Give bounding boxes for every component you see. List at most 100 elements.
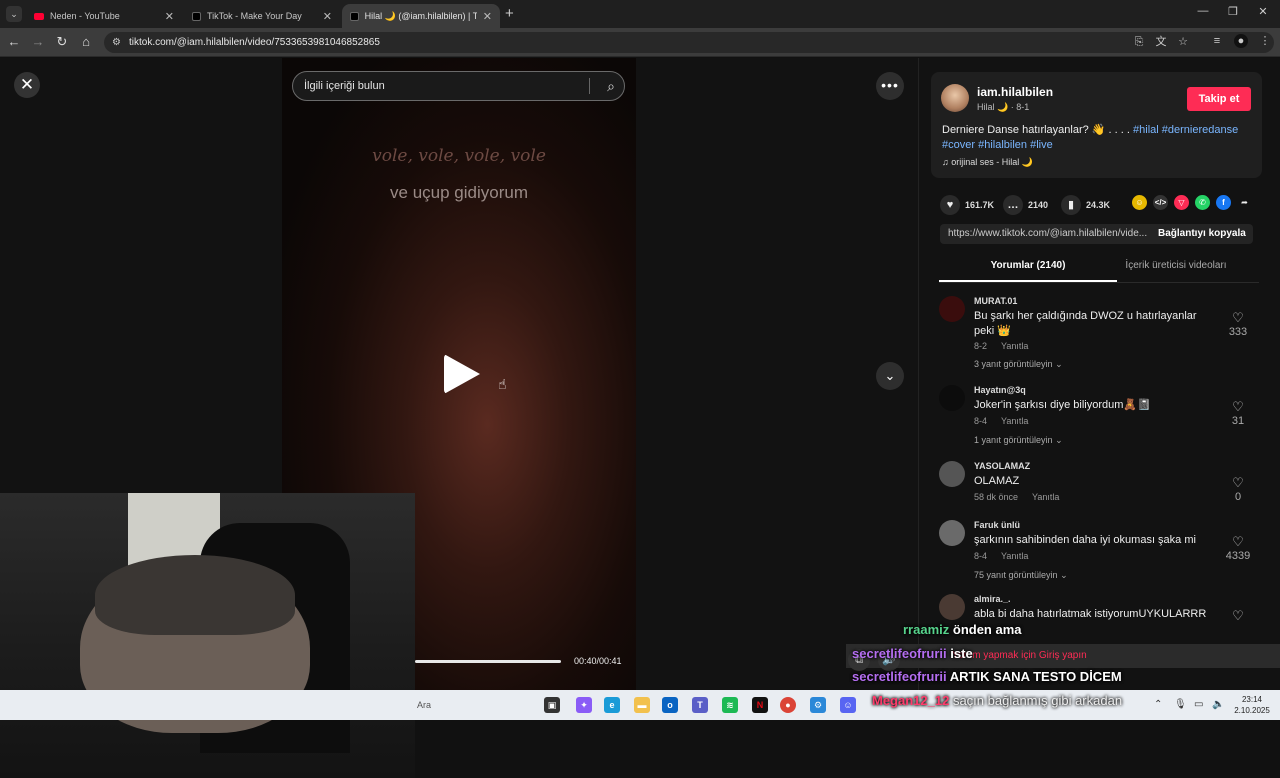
commenter-avatar[interactable] — [939, 594, 965, 620]
share-link-url[interactable]: https://www.tiktok.com/@iam.hilalbilen/v… — [948, 228, 1160, 239]
hashtag-link[interactable]: #cover — [942, 139, 975, 151]
close-icon[interactable]: ✕ — [14, 72, 40, 98]
edge-icon[interactable]: e — [604, 697, 620, 713]
view-replies-link[interactable]: 3 yanıt görüntüleyin ⌄ — [974, 359, 1063, 370]
tab-creator-videos[interactable]: İçerik üreticisi videoları — [1087, 260, 1265, 271]
reply-link[interactable]: Yanıtla — [1001, 551, 1028, 561]
window-close-icon[interactable]: ✕ — [1248, 5, 1278, 18]
forward-icon[interactable]: → — [30, 34, 46, 50]
reply-link[interactable]: Yanıtla — [1001, 416, 1028, 426]
follow-button[interactable]: Takip et — [1187, 87, 1251, 111]
minimize-icon[interactable]: — — [1188, 5, 1218, 17]
heart-outline-icon[interactable]: ♡ — [1223, 310, 1253, 326]
copy-link-button[interactable]: Bağlantıyı kopyala — [1158, 228, 1246, 239]
facebook-icon[interactable]: f — [1216, 195, 1231, 210]
tab-search-button[interactable]: ⌄ — [6, 6, 22, 22]
restore-icon[interactable]: ❐ — [1218, 5, 1248, 18]
share-arrow-icon[interactable]: ➦ — [1237, 195, 1252, 210]
tab-close-icon[interactable]: ✕ — [323, 10, 332, 23]
next-video-chevron-icon[interactable]: ⌄ — [876, 362, 904, 390]
commenter-name[interactable]: Faruk ünlü — [974, 520, 1020, 530]
hashtag-link[interactable]: #dernieredanse — [1162, 124, 1238, 136]
commenter-avatar[interactable] — [939, 296, 965, 322]
comment-stat[interactable]: … 2140 — [1003, 195, 1048, 215]
heart-outline-icon[interactable]: ♡ — [1223, 608, 1253, 624]
video-info-card: iam.hilalbilen Hilal 🌙 · 8-1 Takip et De… — [931, 72, 1262, 178]
copilot-icon[interactable]: ✦ — [576, 697, 592, 713]
commenter-avatar[interactable] — [939, 520, 965, 546]
profile-avatar[interactable]: ● — [1234, 34, 1248, 48]
spotify-icon[interactable]: ≋ — [722, 697, 738, 713]
taskview-icon[interactable]: ▣ — [544, 697, 560, 713]
related-search-input[interactable]: İlgili içeriği bulun ⌕ — [292, 71, 625, 101]
speaker-icon[interactable]: 🔈 — [1212, 699, 1224, 710]
browser-menu-icon[interactable]: ⋮ — [1258, 34, 1272, 48]
comment-like[interactable]: ♡ 31 — [1223, 399, 1253, 427]
view-replies-link[interactable]: 1 yanıt görüntüleyin ⌄ — [974, 435, 1063, 446]
network-icon[interactable]: ▭ — [1194, 699, 1203, 710]
file-explorer-icon[interactable]: ▬ — [634, 697, 650, 713]
home-icon[interactable]: ⌂ — [78, 34, 94, 50]
tab-tiktok-video[interactable]: Hilal 🌙 (@iam.hilalbilen) | TikT ✕ — [342, 4, 500, 28]
send-icon[interactable]: ▽ — [1174, 195, 1189, 210]
commenter-avatar[interactable] — [939, 461, 965, 487]
hashtag-link[interactable]: #hilal — [1133, 124, 1159, 136]
more-options-icon[interactable]: ••• — [876, 72, 904, 100]
comment-like[interactable]: ♡ 333 — [1223, 310, 1253, 338]
outlook-icon[interactable]: o — [662, 697, 678, 713]
new-tab-button[interactable]: + — [505, 5, 514, 22]
author-username[interactable]: iam.hilalbilen — [977, 85, 1053, 99]
comment-like[interactable]: ♡ — [1223, 608, 1253, 624]
commenter-name[interactable]: YASOLAMAZ — [974, 461, 1030, 471]
whatsapp-icon[interactable]: ✆ — [1195, 195, 1210, 210]
hashtag-link[interactable]: #live — [1030, 139, 1053, 151]
embed-code-icon[interactable]: </> — [1153, 195, 1168, 210]
heart-icon[interactable]: ♥ — [940, 195, 960, 215]
translate-icon[interactable]: 文 — [1154, 35, 1168, 49]
heart-outline-icon[interactable]: ♡ — [1223, 399, 1253, 415]
like-stat[interactable]: ♥ 161.7K — [940, 195, 994, 215]
tray-overflow-icon[interactable]: ⌃ — [1154, 699, 1162, 710]
address-bar[interactable]: ⚙ tiktok.com/@iam.hilalbilen/video/75336… — [104, 32, 1274, 53]
discord-icon[interactable]: ☺ — [840, 697, 856, 713]
system-clock[interactable]: 23:14 2.10.2025 — [1232, 694, 1272, 716]
comment-like[interactable]: ♡ 4339 — [1223, 534, 1253, 562]
heart-outline-icon[interactable]: ♡ — [1223, 475, 1253, 491]
play-icon[interactable] — [444, 354, 480, 394]
reply-link[interactable]: Yanıtla — [1001, 341, 1028, 351]
reload-icon[interactable]: ↻ — [54, 34, 70, 50]
teams-icon[interactable]: T — [692, 697, 708, 713]
video-progress-bar[interactable] — [415, 660, 561, 663]
app-icon[interactable]: ⚙ — [810, 697, 826, 713]
netflix-icon[interactable]: N — [752, 697, 768, 713]
taskbar-search[interactable]: Ara — [415, 695, 538, 715]
commenter-avatar[interactable] — [939, 385, 965, 411]
bookmark-star-icon[interactable]: ☆ — [1176, 35, 1190, 49]
reply-link[interactable]: Yanıtla — [1032, 492, 1059, 502]
microphone-icon[interactable]: 🎙 — [1174, 699, 1187, 710]
heart-outline-icon[interactable]: ♡ — [1223, 534, 1253, 550]
install-app-icon[interactable]: ⎘ — [1132, 35, 1146, 49]
search-icon[interactable]: ⌕ — [607, 72, 615, 100]
hashtag-link[interactable]: #hilalbilen — [978, 139, 1027, 151]
tab-youtube[interactable]: Neden - YouTube ✕ — [26, 4, 182, 28]
commenter-name[interactable]: almira._. — [974, 594, 1011, 604]
author-avatar[interactable] — [941, 84, 969, 112]
commenter-name[interactable]: MURAT.01 — [974, 296, 1017, 306]
share-friends-icon[interactable]: ☺ — [1132, 195, 1147, 210]
tab-tiktok-home[interactable]: TikTok - Make Your Day ✕ — [184, 4, 340, 28]
bookmark-icon[interactable]: ▮ — [1061, 195, 1081, 215]
view-replies-link[interactable]: 75 yanıt görüntüleyin ⌄ — [974, 570, 1068, 581]
comment-like[interactable]: ♡ 0 — [1223, 475, 1253, 503]
tab-close-icon[interactable]: ✕ — [165, 10, 174, 23]
back-icon[interactable]: ← — [6, 34, 22, 50]
site-info-icon[interactable]: ⚙ — [112, 32, 121, 53]
reading-list-icon[interactable]: ≡ — [1210, 34, 1224, 48]
chat-message: rraamiz önden ama — [903, 622, 1022, 637]
tab-close-icon[interactable]: ✕ — [483, 10, 492, 23]
save-stat[interactable]: ▮ 24.3K — [1061, 195, 1110, 215]
music-link[interactable]: ♫ orijinal ses - Hilal 🌙 — [942, 157, 1033, 168]
commenter-name[interactable]: Hayatın@3q — [974, 385, 1026, 395]
chrome-icon[interactable]: ● — [780, 697, 796, 713]
comment-icon[interactable]: … — [1003, 195, 1023, 215]
